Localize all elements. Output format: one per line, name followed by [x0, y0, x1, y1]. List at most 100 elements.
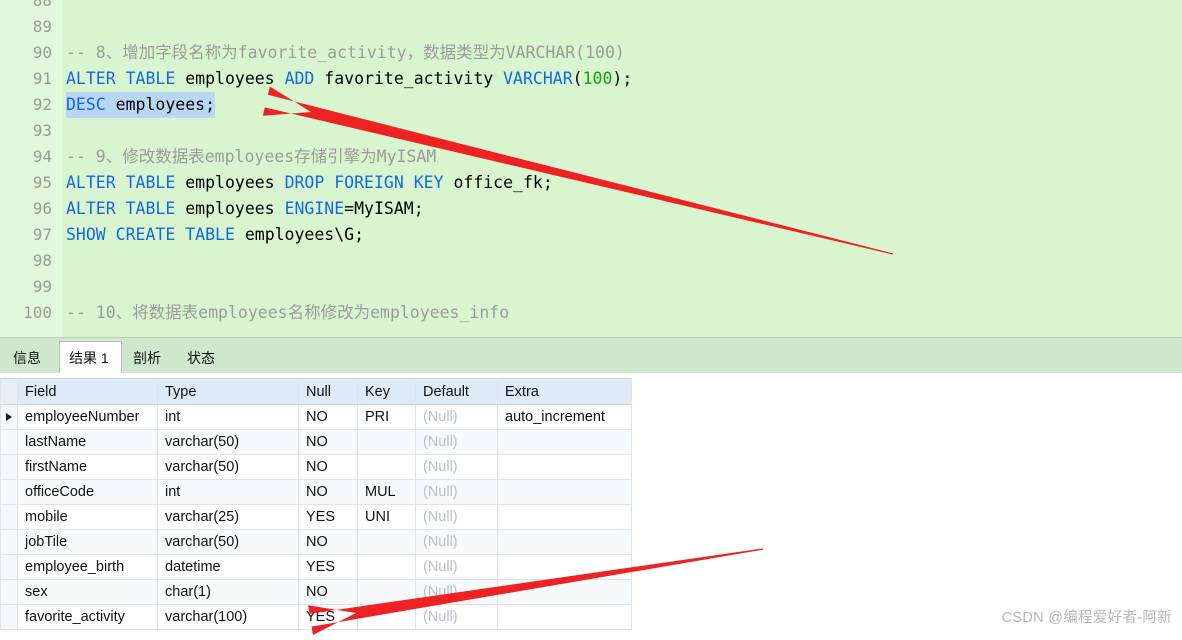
table-row[interactable]: firstName varchar(50) NO (Null) [0, 454, 632, 480]
code-line-text[interactable]: DESC employees; [66, 92, 216, 118]
cell-extra[interactable] [497, 529, 632, 555]
row-marker-cell[interactable] [0, 579, 18, 605]
cell-null[interactable]: YES [298, 604, 358, 630]
table-row[interactable]: officeCode int NO MUL (Null) [0, 479, 632, 505]
column-header-default[interactable]: Default [415, 378, 498, 405]
cell-key[interactable]: MUL [357, 479, 416, 505]
code-line[interactable]: 89 [0, 14, 1182, 40]
table-row[interactable]: employee_birth datetime YES (Null) [0, 554, 632, 580]
table-row[interactable]: jobTile varchar(50) NO (Null) [0, 529, 632, 555]
cell-field[interactable]: employeeNumber [17, 404, 158, 430]
tab-4[interactable]: 状态 [178, 343, 228, 374]
cell-default[interactable]: (Null) [415, 429, 498, 455]
cell-default[interactable]: (Null) [415, 404, 498, 430]
cell-extra[interactable] [497, 454, 632, 480]
tab-3[interactable]: 剖析 [124, 343, 174, 374]
cell-type[interactable]: varchar(50) [157, 529, 299, 555]
cell-key[interactable]: PRI [357, 404, 416, 430]
table-row[interactable]: lastName varchar(50) NO (Null) [0, 429, 632, 455]
code-line[interactable]: 90 -- 8、增加字段名称为favorite_activity，数据类型为VAR… [0, 40, 1182, 66]
result-pane-tab-strip[interactable]: 信息 结果 1 剖析 状态 [0, 337, 1182, 374]
result-grid-panel[interactable]: Field Type Null Key Default Extra employeeNum… [0, 373, 1182, 640]
cell-key[interactable] [357, 554, 416, 580]
cell-null[interactable]: NO [298, 529, 358, 555]
cell-type[interactable]: varchar(50) [157, 429, 299, 455]
cell-field[interactable]: sex [17, 579, 158, 605]
column-header-key[interactable]: Key [357, 378, 416, 405]
cell-extra[interactable] [497, 604, 632, 630]
cell-key[interactable] [357, 604, 416, 630]
code-line[interactable]: 99 [0, 274, 1182, 300]
cell-null[interactable]: NO [298, 454, 358, 480]
cell-key[interactable] [357, 579, 416, 605]
code-line[interactable]: 100 -- 10、将数据表employees名称修改为employees_inf… [0, 300, 1182, 326]
code-line-text[interactable]: -- 10、将数据表employees名称修改为employees_info [66, 300, 509, 326]
cell-key[interactable] [357, 529, 416, 555]
row-marker-cell[interactable] [0, 554, 18, 580]
cell-type[interactable]: varchar(100) [157, 604, 299, 630]
code-line-text[interactable]: -- 9、修改数据表employees存储引擎为MyISAM [66, 144, 436, 170]
cell-type[interactable]: int [157, 479, 299, 505]
cell-default[interactable]: (Null) [415, 554, 498, 580]
cell-extra[interactable] [497, 479, 632, 505]
table-row[interactable]: sex char(1) NO (Null) [0, 579, 632, 605]
cell-extra[interactable] [497, 429, 632, 455]
code-line[interactable]: 92 DESC employees; [0, 92, 1182, 118]
code-line[interactable]: 98 [0, 248, 1182, 274]
row-marker-cell[interactable] [0, 404, 18, 430]
row-marker-cell[interactable] [0, 429, 18, 455]
cell-extra[interactable] [497, 504, 632, 530]
cell-type[interactable]: datetime [157, 554, 299, 580]
table-row[interactable]: favorite_activity varchar(100) YES (Null) [0, 604, 632, 630]
row-marker-cell[interactable] [0, 529, 18, 555]
cell-null[interactable]: NO [298, 429, 358, 455]
cell-extra[interactable]: auto_increment [497, 404, 632, 430]
cell-default[interactable]: (Null) [415, 529, 498, 555]
code-line[interactable]: 93 [0, 118, 1182, 144]
code-line-text[interactable]: ALTER TABLE employees ADD favorite_activ… [66, 66, 632, 92]
tab-1[interactable]: 信息 [4, 343, 54, 374]
code-line-text[interactable]: -- 8、增加字段名称为favorite_activity，数据类型为VARCH… [66, 40, 625, 66]
editor-code-lines[interactable]: 88 89 90 -- 8、增加字段名称为favorite_activity，数据类型… [0, 0, 1182, 326]
column-header-type[interactable]: Type [157, 378, 299, 405]
code-line-text[interactable]: ALTER TABLE employees ENGINE=MyISAM; [66, 196, 424, 222]
code-line[interactable]: 97 SHOW CREATE TABLE employees\G; [0, 222, 1182, 248]
cell-type[interactable]: varchar(25) [157, 504, 299, 530]
cell-type[interactable]: char(1) [157, 579, 299, 605]
cell-null[interactable]: NO [298, 404, 358, 430]
cell-type[interactable]: varchar(50) [157, 454, 299, 480]
row-marker-cell[interactable] [0, 604, 18, 630]
row-marker-cell[interactable] [0, 454, 18, 480]
cell-field[interactable]: favorite_activity [17, 604, 158, 630]
column-header-null[interactable]: Null [298, 378, 358, 405]
code-line-text[interactable]: SHOW CREATE TABLE employees\G; [66, 222, 364, 248]
cell-field[interactable]: officeCode [17, 479, 158, 505]
row-marker-cell[interactable] [0, 504, 18, 530]
cell-default[interactable]: (Null) [415, 604, 498, 630]
cell-key[interactable] [357, 454, 416, 480]
table-row[interactable]: employeeNumber int NO PRI (Null) auto_increme… [0, 404, 632, 430]
cell-field[interactable]: mobile [17, 504, 158, 530]
cell-key[interactable]: UNI [357, 504, 416, 530]
cell-default[interactable]: (Null) [415, 479, 498, 505]
code-line[interactable]: 96 ALTER TABLE employees ENGINE=MyISAM; [0, 196, 1182, 222]
row-marker-cell[interactable] [0, 479, 18, 505]
code-line[interactable]: 95 ALTER TABLE employees DROP FOREIGN KEY… [0, 170, 1182, 196]
cell-default[interactable]: (Null) [415, 454, 498, 480]
cell-null[interactable]: NO [298, 479, 358, 505]
code-line[interactable]: 88 [0, 0, 1182, 14]
table-row[interactable]: mobile varchar(25) YES UNI (Null) [0, 504, 632, 530]
cell-null[interactable]: YES [298, 504, 358, 530]
cell-field[interactable]: employee_birth [17, 554, 158, 580]
cell-extra[interactable] [497, 579, 632, 605]
column-header-extra[interactable]: Extra [497, 378, 632, 405]
cell-null[interactable]: YES [298, 554, 358, 580]
desc-result-table[interactable]: Field Type Null Key Default Extra employeeNum… [0, 378, 632, 630]
code-line[interactable]: 91 ALTER TABLE employees ADD favorite_act… [0, 66, 1182, 92]
cell-field[interactable]: firstName [17, 454, 158, 480]
code-line-text[interactable]: ALTER TABLE employees DROP FOREIGN KEY o… [66, 170, 553, 196]
cell-field[interactable]: jobTile [17, 529, 158, 555]
column-header-field[interactable]: Field [17, 378, 158, 405]
tab-2[interactable]: 结果 1 [59, 341, 122, 374]
sql-code-editor[interactable]: 88 89 90 -- 8、增加字段名称为favorite_activity，数据类型… [0, 0, 1182, 337]
